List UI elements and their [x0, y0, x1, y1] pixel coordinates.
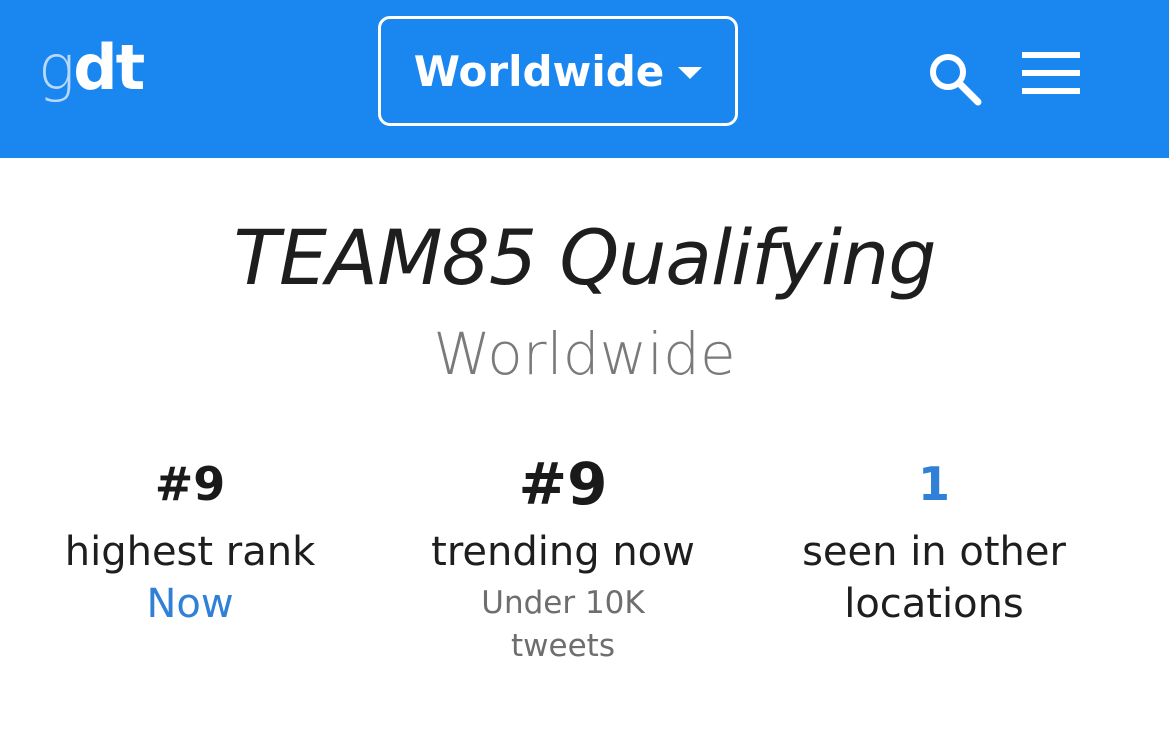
stat-other-locations[interactable]: 1 seen in other locations	[754, 452, 1114, 630]
other-locations-label: seen in other locations	[754, 526, 1114, 630]
other-locations-count[interactable]: 1	[754, 452, 1114, 516]
highest-rank-value: #9	[154, 457, 226, 511]
logo-prefix: g	[38, 31, 75, 104]
other-locations-label-line1: seen in other	[802, 529, 1066, 575]
hamburger-menu-icon[interactable]	[1020, 50, 1082, 96]
trending-label: trending now	[431, 529, 695, 575]
tweet-volume-line2: tweets	[511, 628, 615, 664]
trend-location: Worldwide	[433, 320, 736, 388]
top-navbar: gdt Worldwide	[0, 0, 1169, 158]
logo-text: dt	[73, 31, 145, 104]
chevron-down-icon	[678, 67, 703, 79]
highest-rank-when: Now	[146, 581, 234, 627]
other-locations-label-line2: locations	[844, 581, 1024, 627]
stat-trending-now: #9 trending now Under 10K tweets	[383, 452, 743, 668]
stat-highest-rank: #9 highest rank Now	[10, 452, 370, 630]
trending-rank-value: #9	[518, 450, 608, 518]
tweet-volume: Under 10K tweets	[383, 582, 743, 668]
location-label: Worldwide	[413, 46, 665, 96]
logo[interactable]: gdt	[38, 28, 145, 108]
highest-rank-label: highest rank	[64, 529, 316, 575]
search-icon[interactable]	[924, 48, 984, 108]
tweet-volume-line1: Under 10K	[481, 585, 645, 621]
location-dropdown-button[interactable]: Worldwide	[378, 16, 738, 126]
trend-title: TEAM85 Qualifying	[233, 213, 937, 302]
